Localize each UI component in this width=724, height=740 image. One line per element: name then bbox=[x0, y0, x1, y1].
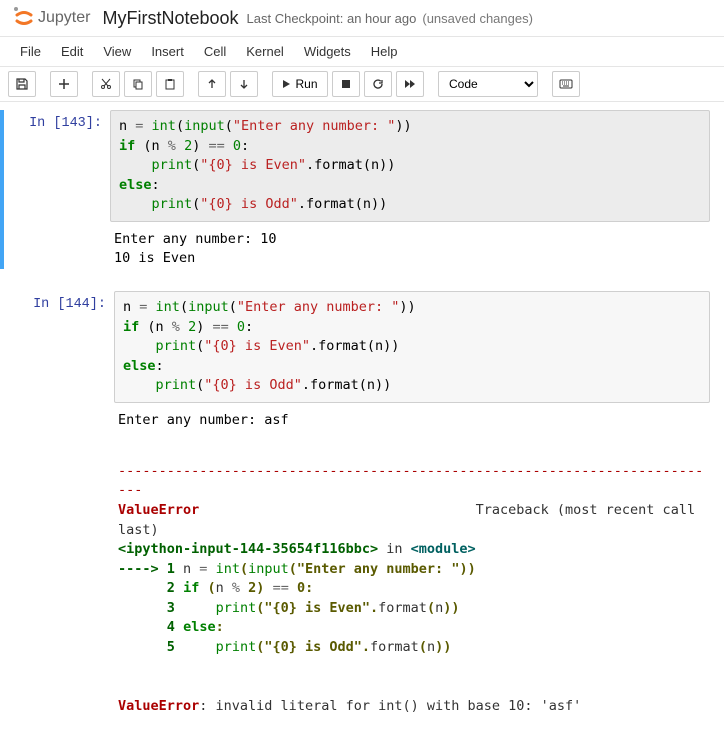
add-cell-button[interactable] bbox=[50, 71, 78, 97]
traceback: ----------------------------------------… bbox=[114, 440, 710, 716]
traceback-module: <module> bbox=[411, 541, 476, 557]
restart-button[interactable] bbox=[364, 71, 392, 97]
menu-insert[interactable]: Insert bbox=[141, 38, 194, 65]
paste-button[interactable] bbox=[156, 71, 184, 97]
move-up-button[interactable] bbox=[198, 71, 226, 97]
menu-edit[interactable]: Edit bbox=[51, 38, 93, 65]
cut-button[interactable] bbox=[92, 71, 120, 97]
move-down-button[interactable] bbox=[230, 71, 258, 97]
traceback-separator: ----------------------------------------… bbox=[118, 463, 703, 499]
paste-icon bbox=[164, 78, 176, 90]
code-content[interactable]: n = int(input("Enter any number: ")) if … bbox=[119, 117, 701, 215]
code-cell[interactable]: In [143]: n = int(input("Enter any numbe… bbox=[0, 110, 724, 269]
input-prompt: In [143]: bbox=[4, 110, 110, 269]
cut-icon bbox=[100, 78, 112, 90]
traceback-error-name: ValueError bbox=[118, 502, 199, 518]
stop-button[interactable] bbox=[332, 71, 360, 97]
save-button[interactable] bbox=[8, 71, 36, 97]
save-icon bbox=[15, 77, 29, 91]
notebook-container: In [143]: n = int(input("Enter any numbe… bbox=[0, 102, 724, 740]
play-icon bbox=[282, 79, 291, 89]
stop-icon bbox=[341, 79, 351, 89]
keyboard-icon bbox=[559, 79, 573, 89]
logo-text: Jupyter bbox=[38, 9, 90, 27]
fast-forward-icon bbox=[404, 79, 416, 89]
code-cell[interactable]: In [144]: n = int(input("Enter any numbe… bbox=[0, 291, 724, 716]
run-button[interactable]: Run bbox=[272, 71, 328, 97]
menu-kernel[interactable]: Kernel bbox=[236, 38, 294, 65]
plus-icon bbox=[58, 78, 70, 90]
copy-icon bbox=[132, 78, 144, 90]
toolbar: Run Code bbox=[0, 67, 724, 102]
traceback-frame: <ipython-input-144-35654f116bbc> bbox=[118, 541, 378, 557]
cell-output: Enter any number: 10 10 is Even bbox=[110, 222, 710, 269]
checkpoint-text: Last Checkpoint: an hour ago bbox=[247, 11, 417, 26]
jupyter-logo[interactable]: Jupyter bbox=[10, 4, 90, 32]
restart-run-all-button[interactable] bbox=[396, 71, 424, 97]
traceback-final-error: ValueError bbox=[118, 698, 199, 714]
arrow-up-icon bbox=[206, 78, 218, 90]
jupyter-logo-icon bbox=[10, 4, 38, 32]
cell-type-select[interactable]: Code bbox=[438, 71, 538, 97]
menu-help[interactable]: Help bbox=[361, 38, 408, 65]
code-content[interactable]: n = int(input("Enter any number: ")) if … bbox=[123, 298, 701, 396]
cell-output: Enter any number: asf bbox=[114, 403, 710, 431]
command-palette-button[interactable] bbox=[552, 71, 580, 97]
menu-view[interactable]: View bbox=[93, 38, 141, 65]
run-label: Run bbox=[295, 77, 317, 91]
input-prompt: In [144]: bbox=[4, 291, 114, 716]
restart-icon bbox=[372, 78, 384, 90]
code-input-area[interactable]: n = int(input("Enter any number: ")) if … bbox=[110, 110, 710, 222]
header: Jupyter MyFirstNotebook Last Checkpoint:… bbox=[0, 0, 724, 37]
unsaved-text: (unsaved changes) bbox=[422, 11, 533, 26]
menu-file[interactable]: File bbox=[10, 38, 51, 65]
menubar: File Edit View Insert Cell Kernel Widget… bbox=[0, 37, 724, 67]
menu-widgets[interactable]: Widgets bbox=[294, 38, 361, 65]
copy-button[interactable] bbox=[124, 71, 152, 97]
code-input-area[interactable]: n = int(input("Enter any number: ")) if … bbox=[114, 291, 710, 403]
traceback-final-msg: : invalid literal for int() with base 10… bbox=[199, 698, 581, 714]
notebook-name[interactable]: MyFirstNotebook bbox=[102, 8, 238, 29]
menu-cell[interactable]: Cell bbox=[194, 38, 236, 65]
arrow-down-icon bbox=[238, 78, 250, 90]
